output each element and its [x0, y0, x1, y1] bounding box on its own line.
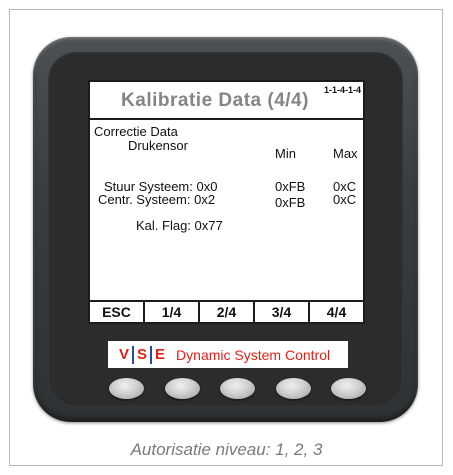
- authorization-caption: Autorisatie niveau: 1, 2, 3: [130, 440, 323, 459]
- softkey-bar: ESC 1/4 2/4 3/4 4/4: [90, 300, 363, 322]
- lcd-screen: Kalibratie Data (4/4) 1-1-4-1-4 Correcti…: [88, 80, 365, 324]
- softkey-page-4[interactable]: 4/4: [308, 302, 363, 322]
- column-header-min: Min: [275, 146, 296, 161]
- brand-name: Dynamic System Control: [176, 346, 331, 363]
- hardware-button-4[interactable]: [276, 378, 311, 399]
- column-header-max: Max: [333, 146, 358, 161]
- title-divider: [90, 118, 363, 120]
- hardware-button-5[interactable]: [331, 378, 366, 399]
- logo-letter: E: [155, 345, 166, 363]
- brand-plate: V S E Dynamic System Control: [108, 341, 348, 368]
- row-max-value: 0xC: [333, 192, 357, 207]
- logo-letter: V: [119, 345, 130, 363]
- hardware-button-1[interactable]: [109, 378, 144, 399]
- row-min-value: 0xFB: [275, 179, 306, 194]
- softkey-esc[interactable]: ESC: [90, 302, 143, 322]
- subsection-label: Drukensor: [128, 138, 188, 153]
- softkey-page-2[interactable]: 2/4: [198, 302, 253, 322]
- screen-title: Kalibratie Data (4/4): [121, 90, 309, 111]
- section-label: Correctie Data: [94, 124, 178, 139]
- softkey-page-1[interactable]: 1/4: [143, 302, 198, 322]
- row-min-value: 0xFB: [275, 195, 306, 210]
- hardware-button-2[interactable]: [165, 378, 200, 399]
- softkey-page-3[interactable]: 3/4: [253, 302, 308, 322]
- row-label: Centr. Systeem: 0x2: [98, 192, 216, 207]
- hardware-button-3[interactable]: [220, 378, 255, 399]
- logo-letter: S: [137, 345, 148, 363]
- menu-code: 1-1-4-1-4: [323, 85, 361, 95]
- vse-logo: V S E: [116, 345, 168, 364]
- calibration-flag: Kal. Flag: 0x77: [136, 218, 223, 233]
